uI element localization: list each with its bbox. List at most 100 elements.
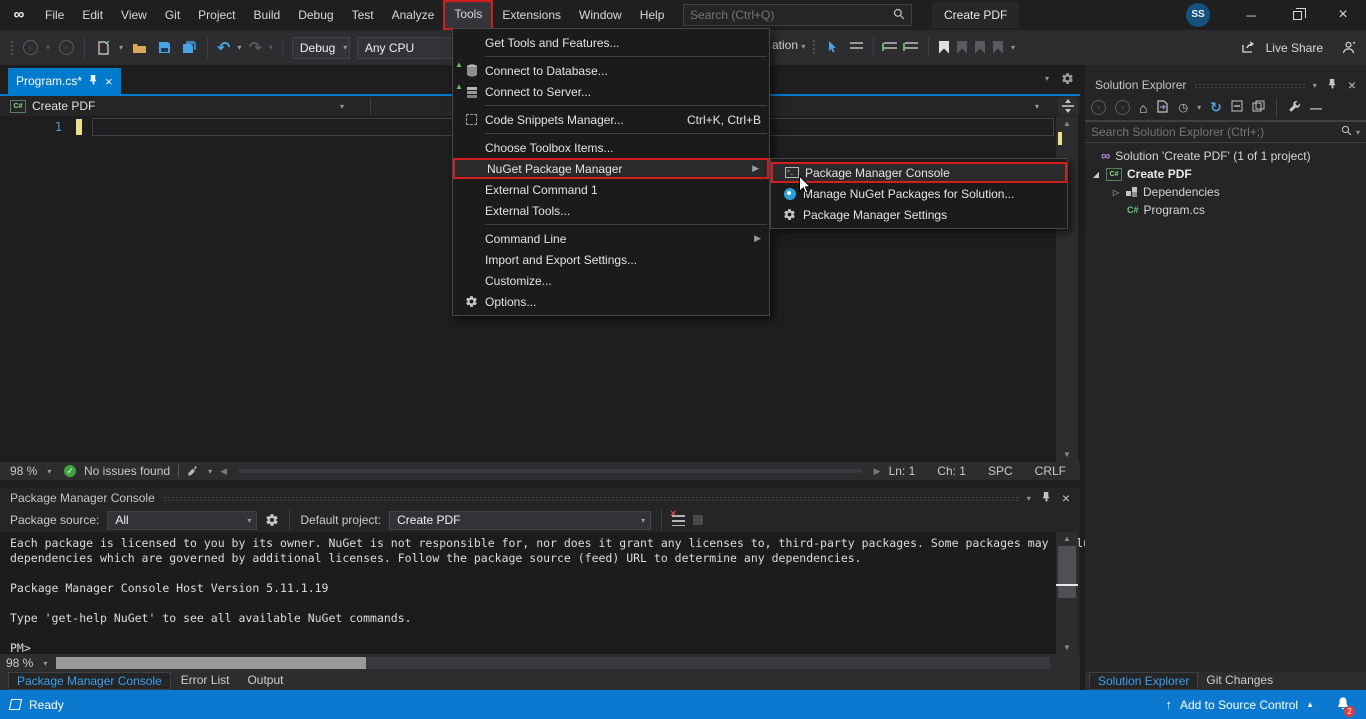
scroll-up-icon[interactable]: ▲ — [1056, 534, 1078, 543]
quick-search-box[interactable] — [683, 4, 912, 26]
menu-item-manage-nuget-packages[interactable]: Manage NuGet Packages for Solution... — [771, 183, 1067, 204]
back-icon[interactable]: ‹ — [1091, 100, 1106, 115]
home-icon[interactable]: ⌂ — [1139, 100, 1147, 116]
toolbar-grip[interactable] — [812, 39, 816, 55]
menu-item-choose-toolbox[interactable]: Choose Toolbox Items... — [453, 137, 769, 158]
menu-item-customize[interactable]: Customize... — [453, 270, 769, 291]
toggle-bookmark-icon[interactable] — [939, 41, 949, 54]
preview-selected-items-icon[interactable]: — — [1310, 101, 1322, 115]
tab-git-changes[interactable]: Git Changes — [1198, 672, 1281, 690]
menu-view[interactable]: View — [112, 0, 156, 30]
collapsed-caret-icon[interactable]: ▷ — [1111, 188, 1121, 197]
sync-with-active-document-icon[interactable] — [1156, 100, 1169, 116]
navigate-forward-button[interactable]: › — [57, 38, 75, 58]
menu-window[interactable]: Window — [570, 0, 631, 30]
redo-button[interactable]: ↷ — [248, 38, 261, 58]
account-avatar[interactable]: SS — [1186, 3, 1210, 27]
next-bookmark-icon[interactable] — [975, 41, 985, 54]
expanded-caret-icon[interactable]: ◢ — [1091, 170, 1101, 179]
solution-platform-dropdown[interactable]: Any CPU▾ — [357, 37, 465, 59]
show-all-files-icon[interactable] — [1252, 100, 1265, 115]
search-icon[interactable] — [887, 8, 911, 23]
open-folder-button[interactable] — [130, 38, 148, 58]
issues-status[interactable]: No issues found — [84, 464, 170, 478]
code-cleanup-broom-icon[interactable] — [187, 465, 200, 477]
menu-item-code-snippets[interactable]: Code Snippets Manager...Ctrl+K, Ctrl+B — [453, 109, 769, 130]
clear-bookmarks-icon[interactable] — [993, 41, 1003, 54]
menu-file[interactable]: File — [36, 0, 73, 30]
increase-indent-icon[interactable] — [905, 42, 918, 52]
menu-analyze[interactable]: Analyze — [383, 0, 444, 30]
menu-debug[interactable]: Debug — [289, 0, 342, 30]
menu-project[interactable]: Project — [189, 0, 244, 30]
default-project-dropdown[interactable]: Create PDF▾ — [389, 511, 651, 530]
redo-dropdown-icon[interactable]: ▾ — [269, 43, 273, 52]
menu-item-connect-server[interactable]: ▲Connect to Server... — [453, 81, 769, 102]
selection-mode-button[interactable] — [824, 37, 842, 57]
menu-tools[interactable]: Tools — [443, 0, 493, 30]
toolbar-overflow-icon[interactable]: ▾ — [1011, 43, 1015, 52]
solution-search-input[interactable] — [1091, 125, 1341, 139]
menu-test[interactable]: Test — [343, 0, 383, 30]
filter-dropdown-icon[interactable]: ▾ — [1197, 103, 1201, 112]
breadcrumb-project-dropdown[interactable]: Create PDF — [32, 99, 95, 113]
background-tasks-icon[interactable] — [9, 699, 22, 710]
pin-icon[interactable] — [89, 74, 98, 88]
refresh-icon[interactable]: ↻ — [1210, 99, 1222, 116]
window-position-dropdown-icon[interactable]: ▾ — [1027, 494, 1031, 503]
display-whitespace-icon[interactable] — [850, 42, 863, 52]
line-ending-indicator[interactable]: CRLF — [1035, 464, 1066, 478]
undo-dropdown-icon[interactable]: ▾ — [237, 43, 241, 52]
minimize-button[interactable]: ─ — [1228, 0, 1274, 30]
menu-item-connect-database[interactable]: ▲Connect to Database... — [453, 60, 769, 81]
save-button[interactable] — [155, 38, 173, 58]
solution-explorer-search-box[interactable]: ▾ — [1085, 121, 1366, 143]
tab-package-manager-console[interactable]: Package Manager Console — [8, 672, 171, 690]
menu-item-command-line[interactable]: Command Line▶ — [453, 228, 769, 249]
menu-item-external-command-1[interactable]: External Command 1 — [453, 179, 769, 200]
undo-button[interactable]: ↶ — [217, 38, 230, 58]
toolbar-grip[interactable] — [10, 40, 14, 56]
console-horizontal-scrollbar[interactable] — [56, 657, 1050, 669]
live-share-button[interactable]: Live Share — [1266, 41, 1323, 55]
tree-item-dependencies[interactable]: ▷ Dependencies — [1085, 183, 1366, 201]
close-panel-icon[interactable]: × — [1348, 77, 1356, 93]
feedback-person-icon[interactable] — [1341, 41, 1356, 54]
search-options-dropdown-icon[interactable]: ▾ — [1356, 128, 1360, 137]
active-files-dropdown-icon[interactable]: ▾ — [1045, 74, 1049, 83]
search-input[interactable] — [684, 8, 887, 22]
console-output[interactable]: Each package is licensed to you by its o… — [0, 532, 1056, 654]
back-dropdown-icon[interactable]: ▾ — [46, 43, 50, 52]
scroll-right-icon[interactable]: ▶ — [874, 466, 881, 477]
scroll-left-icon[interactable]: ◀ — [220, 466, 227, 477]
close-tab-icon[interactable]: × — [105, 74, 113, 89]
pending-changes-filter-icon[interactable]: ◷ — [1178, 101, 1188, 114]
close-button[interactable]: × — [1320, 0, 1366, 30]
scroll-down-icon[interactable]: ▼ — [1056, 643, 1078, 652]
tab-program-cs[interactable]: Program.cs* × — [8, 68, 121, 94]
menu-build[interactable]: Build — [245, 0, 290, 30]
menu-item-nuget-package-manager[interactable]: NuGet Package Manager▶ — [453, 158, 769, 179]
tab-solution-explorer[interactable]: Solution Explorer — [1089, 672, 1198, 690]
collapse-all-icon[interactable] — [1231, 100, 1243, 115]
space-mode-indicator[interactable]: SPC — [988, 464, 1013, 478]
properties-wrench-icon[interactable] — [1288, 100, 1301, 116]
pin-icon[interactable] — [1328, 78, 1337, 92]
window-position-dropdown-icon[interactable]: ▾ — [1313, 81, 1317, 90]
pin-icon[interactable] — [1042, 491, 1051, 505]
add-to-source-control-button[interactable]: Add to Source Control — [1180, 698, 1298, 712]
menu-item-options[interactable]: Options... — [453, 291, 769, 312]
console-vertical-scrollbar[interactable]: ▲ ▼ — [1056, 532, 1078, 654]
scrollbar-thumb[interactable] — [1058, 546, 1076, 598]
chevron-up-icon[interactable]: ▲ — [1306, 700, 1314, 709]
menu-item-external-tools[interactable]: External Tools... — [453, 200, 769, 221]
solution-explorer-title-bar[interactable]: Solution Explorer ▾ × — [1085, 75, 1366, 95]
stop-command-icon[interactable] — [693, 515, 703, 525]
new-project-dropdown-icon[interactable]: ▾ — [119, 43, 123, 52]
tree-item-solution[interactable]: ∞ Solution 'Create PDF' (1 of 1 project) — [1085, 147, 1366, 165]
package-source-dropdown[interactable]: All▾ — [107, 511, 257, 530]
menu-item-get-tools[interactable]: Get Tools and Features... — [453, 32, 769, 53]
chevron-down-icon[interactable]: ▾ — [801, 42, 805, 51]
editor-horizontal-scrollbar[interactable] — [239, 469, 862, 473]
search-icon[interactable] — [1341, 125, 1352, 139]
